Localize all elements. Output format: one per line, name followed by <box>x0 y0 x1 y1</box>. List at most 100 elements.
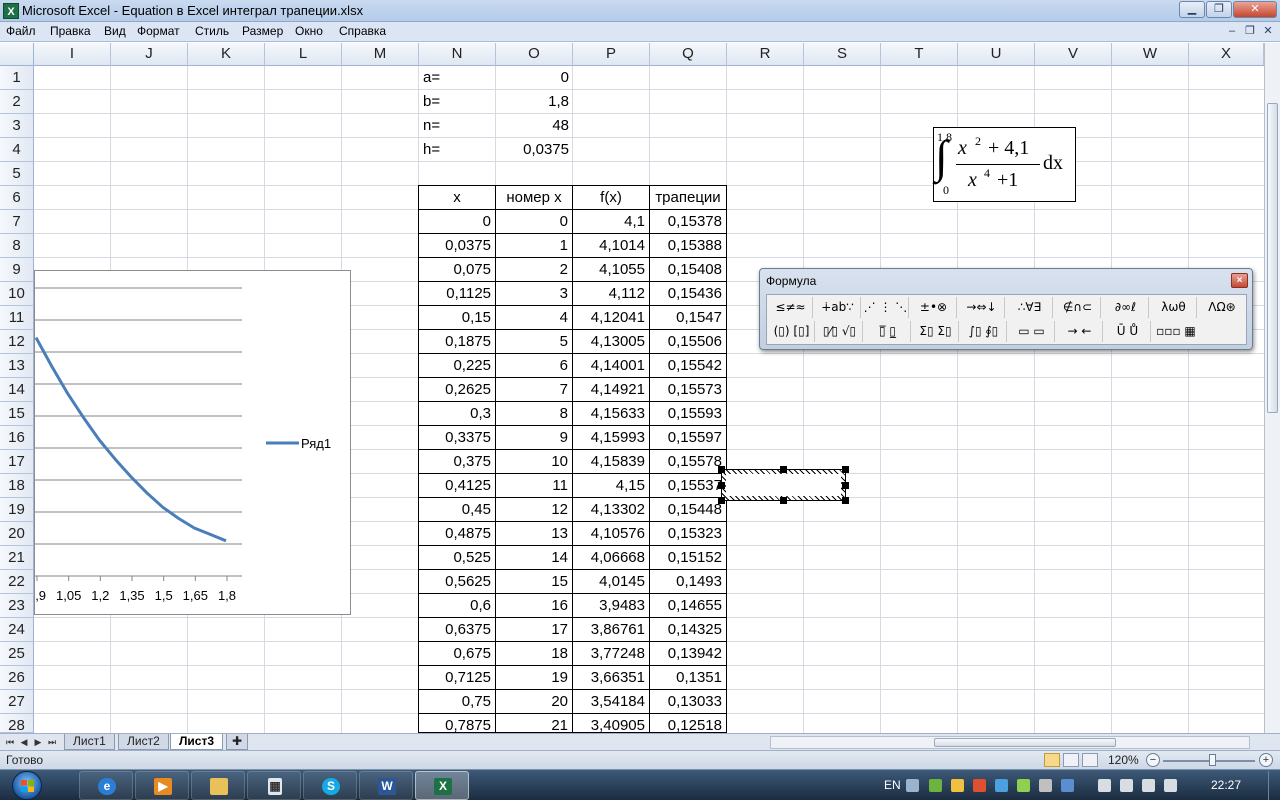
bars-palette[interactable]: ▭ ▭ <box>1009 321 1055 342</box>
col-header-w[interactable]: W <box>1112 43 1189 66</box>
col-header-j[interactable]: J <box>111 43 188 66</box>
restore-button[interactable]: ❐ <box>1206 1 1232 18</box>
table-cell[interactable]: 2 <box>496 258 573 282</box>
row-header[interactable]: 2 <box>0 90 34 114</box>
table-cell[interactable]: 0,15506 <box>650 330 727 354</box>
table-cell[interactable]: 3 <box>496 282 573 306</box>
table-cell[interactable]: 0,5625 <box>418 570 496 594</box>
row-header[interactable]: 28 <box>0 714 34 734</box>
table-cell[interactable]: 4,12041 <box>573 306 650 330</box>
horizontal-scrollbar[interactable] <box>770 736 1250 749</box>
table-cell[interactable]: 0,2625 <box>418 378 496 402</box>
network-icon[interactable] <box>1098 779 1111 792</box>
menu-format[interactable]: Формат <box>137 24 180 38</box>
operators-palette[interactable]: ±•⊗ <box>911 297 957 318</box>
menu-edit[interactable]: Правка <box>50 24 91 38</box>
col-header-k[interactable]: K <box>188 43 265 66</box>
sheet-tab-list3[interactable]: Лист3 <box>170 734 224 750</box>
tray-app-icon[interactable] <box>1017 779 1030 792</box>
table-cell[interactable]: 0,15388 <box>650 234 727 258</box>
table-cell[interactable]: 8 <box>496 402 573 426</box>
vertical-scroll-thumb[interactable] <box>1267 103 1278 413</box>
table-cell[interactable]: 0,1351 <box>650 666 727 690</box>
products-palette[interactable]: Ū Ů <box>1105 321 1151 342</box>
insert-sheet-icon[interactable]: ✚ <box>226 734 249 750</box>
resize-handle[interactable] <box>842 482 849 489</box>
row-header[interactable]: 3 <box>0 114 34 138</box>
row-header[interactable]: 11 <box>0 306 34 330</box>
embellishments-palette[interactable]: ⋰ ⋮ ⋱ <box>863 297 909 318</box>
labeled-arrows-palette[interactable]: → ← <box>1057 321 1103 342</box>
table-cell[interactable]: 0,45 <box>418 498 496 522</box>
table-cell[interactable]: 4,1 <box>573 210 650 234</box>
table-cell[interactable]: 21 <box>496 714 573 733</box>
zoom-level[interactable]: 120% <box>1108 753 1139 767</box>
table-cell[interactable]: 9 <box>496 426 573 450</box>
show-desktop-button[interactable] <box>1268 771 1280 800</box>
table-cell[interactable]: 0,14655 <box>650 594 727 618</box>
misc-symbols-palette[interactable]: ∂∞ℓ <box>1103 297 1149 318</box>
table-cell[interactable]: 17 <box>496 618 573 642</box>
param-label-cell[interactable]: n= <box>419 114 496 138</box>
table-cell[interactable]: 0 <box>418 210 496 234</box>
row-header[interactable]: 10 <box>0 282 34 306</box>
table-cell[interactable]: 4,1055 <box>573 258 650 282</box>
sheet-tab-list1[interactable]: Лист1 <box>64 734 115 750</box>
row-header[interactable]: 23 <box>0 594 34 618</box>
param-value-cell[interactable]: 1,8 <box>496 90 573 114</box>
table-header-cell[interactable]: номер x <box>496 185 573 210</box>
table-cell[interactable]: 4,15 <box>573 474 650 498</box>
action-center-flag-icon[interactable] <box>1120 779 1133 792</box>
table-cell[interactable]: 0,225 <box>418 354 496 378</box>
table-header-cell[interactable]: трапеции <box>650 185 727 210</box>
toolbar-close-button[interactable]: × <box>1231 273 1248 288</box>
table-cell[interactable]: 0,15152 <box>650 546 727 570</box>
row-header[interactable]: 6 <box>0 186 34 210</box>
row-header[interactable]: 1 <box>0 66 34 90</box>
table-cell[interactable]: 4,13005 <box>573 330 650 354</box>
taskbar-word-button[interactable]: W <box>359 771 413 800</box>
col-header-u[interactable]: U <box>958 43 1035 66</box>
row-header[interactable]: 19 <box>0 498 34 522</box>
table-cell[interactable]: 0,4125 <box>418 474 496 498</box>
page-layout-view-button[interactable] <box>1063 753 1079 767</box>
zoom-slider-thumb[interactable] <box>1209 754 1216 766</box>
tray-app-icon[interactable] <box>929 779 942 792</box>
row-header[interactable]: 8 <box>0 234 34 258</box>
table-cell[interactable]: 0,13033 <box>650 690 727 714</box>
tray-app-icon[interactable] <box>1039 779 1052 792</box>
sheet-tab-list2[interactable]: Лист2 <box>118 734 169 750</box>
table-cell[interactable]: 0,15448 <box>650 498 727 522</box>
table-cell[interactable]: 4,15839 <box>573 450 650 474</box>
table-cell[interactable]: 0,15578 <box>650 450 727 474</box>
table-cell[interactable]: 19 <box>496 666 573 690</box>
row-header[interactable]: 26 <box>0 666 34 690</box>
resize-handle[interactable] <box>780 497 787 504</box>
row-header[interactable]: 17 <box>0 450 34 474</box>
table-cell[interactable]: 0,15436 <box>650 282 727 306</box>
table-cell[interactable]: 0,3 <box>418 402 496 426</box>
table-cell[interactable]: 0,6 <box>418 594 496 618</box>
subscripts-palette[interactable]: ▯̅ ▯̲ <box>865 321 911 342</box>
table-cell[interactable]: 0,13942 <box>650 642 727 666</box>
table-cell[interactable]: 20 <box>496 690 573 714</box>
resize-handle[interactable] <box>780 466 787 473</box>
page-break-view-button[interactable] <box>1082 753 1098 767</box>
minimize-button[interactable]: ▁ <box>1179 1 1205 18</box>
doc-minimize-icon[interactable]: – <box>1226 25 1238 37</box>
table-cell[interactable]: 0,3375 <box>418 426 496 450</box>
col-header-s[interactable]: S <box>804 43 881 66</box>
table-cell[interactable]: 0,15593 <box>650 402 727 426</box>
row-header[interactable]: 25 <box>0 642 34 666</box>
row-header[interactable]: 20 <box>0 522 34 546</box>
tray-app-icon[interactable] <box>973 779 986 792</box>
table-cell[interactable]: 10 <box>496 450 573 474</box>
row-header[interactable]: 14 <box>0 378 34 402</box>
table-cell[interactable]: 13 <box>496 522 573 546</box>
table-cell[interactable]: 0,15597 <box>650 426 727 450</box>
param-label-cell[interactable]: h= <box>419 138 496 162</box>
fences-palette[interactable]: (▯) [▯] <box>769 321 815 342</box>
zoom-out-button[interactable]: − <box>1146 753 1160 767</box>
menu-help[interactable]: Справка <box>339 24 386 38</box>
table-cell[interactable]: 4,15993 <box>573 426 650 450</box>
